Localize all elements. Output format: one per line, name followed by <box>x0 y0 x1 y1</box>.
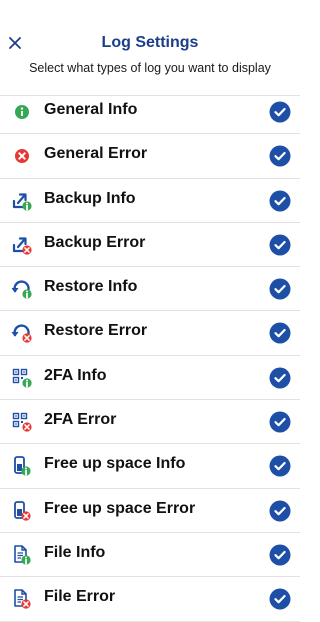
log-type-row-backup-info[interactable]: Backup Info <box>0 179 300 223</box>
backup-error-icon <box>10 233 34 257</box>
log-type-label: Free up space Error <box>44 499 196 517</box>
2fa-info-icon <box>10 366 34 390</box>
checkmark-icon[interactable] <box>269 500 291 522</box>
checkmark-icon[interactable] <box>269 588 291 610</box>
log-type-row-general-error[interactable]: General Error <box>0 134 300 179</box>
backup-info-icon <box>10 189 34 213</box>
log-type-row-restore-info[interactable]: Restore Info <box>0 267 300 312</box>
checkmark-icon[interactable] <box>269 278 291 300</box>
checkmark-icon[interactable] <box>269 411 291 433</box>
page-subtitle: Select what types of log you want to dis… <box>29 61 271 75</box>
log-type-label: File Error <box>44 588 116 606</box>
header: Log Settings Select what types of log yo… <box>0 0 300 96</box>
file-error-icon <box>10 587 34 611</box>
log-type-label: 2FA Info <box>44 366 107 384</box>
info-icon <box>10 100 34 124</box>
restore-error-icon <box>10 321 34 345</box>
free-space-info-icon <box>10 454 34 478</box>
log-type-label: Restore Info <box>44 278 138 296</box>
log-type-row-2fa-info[interactable]: 2FA Info <box>0 356 300 401</box>
checkmark-icon[interactable] <box>269 234 291 256</box>
2fa-error-icon <box>10 410 34 434</box>
checkmark-icon[interactable] <box>269 367 291 389</box>
checkmark-icon[interactable] <box>269 544 291 566</box>
error-icon <box>10 144 34 168</box>
log-type-label: Restore Error <box>44 322 148 340</box>
free-space-error-icon <box>10 499 34 523</box>
file-info-icon <box>10 543 34 567</box>
page-title: Log Settings <box>101 34 199 51</box>
log-type-row-general-info[interactable]: General Info <box>0 90 300 135</box>
restore-info-icon <box>10 277 34 301</box>
log-type-row-backup-error[interactable]: Backup Error <box>0 223 300 268</box>
log-type-label: Free up space Info <box>44 455 186 473</box>
log-type-list: General Info General Error Backup Info B… <box>0 90 300 622</box>
checkmark-icon[interactable] <box>269 190 291 212</box>
log-type-label: Backup Info <box>44 189 136 207</box>
log-type-row-restore-error[interactable]: Restore Error <box>0 311 300 356</box>
checkmark-icon[interactable] <box>269 101 291 123</box>
log-type-row-free-up-space-info[interactable]: Free up space Info <box>0 444 300 489</box>
log-type-row-file-error[interactable]: File Error <box>0 577 300 622</box>
checkmark-icon[interactable] <box>269 145 291 167</box>
log-type-row-file-info[interactable]: File Info <box>0 533 300 578</box>
checkmark-icon[interactable] <box>269 455 291 477</box>
log-type-row-2fa-error[interactable]: 2FA Error <box>0 400 300 445</box>
log-type-label: General Error <box>44 145 148 163</box>
checkmark-icon[interactable] <box>269 322 291 344</box>
log-type-label: Backup Error <box>44 233 146 251</box>
log-type-label: File Info <box>44 543 106 561</box>
log-type-label: 2FA Error <box>44 411 117 429</box>
log-type-row-free-up-space-error[interactable]: Free up space Error <box>0 489 300 533</box>
log-type-label: General Info <box>44 101 138 118</box>
